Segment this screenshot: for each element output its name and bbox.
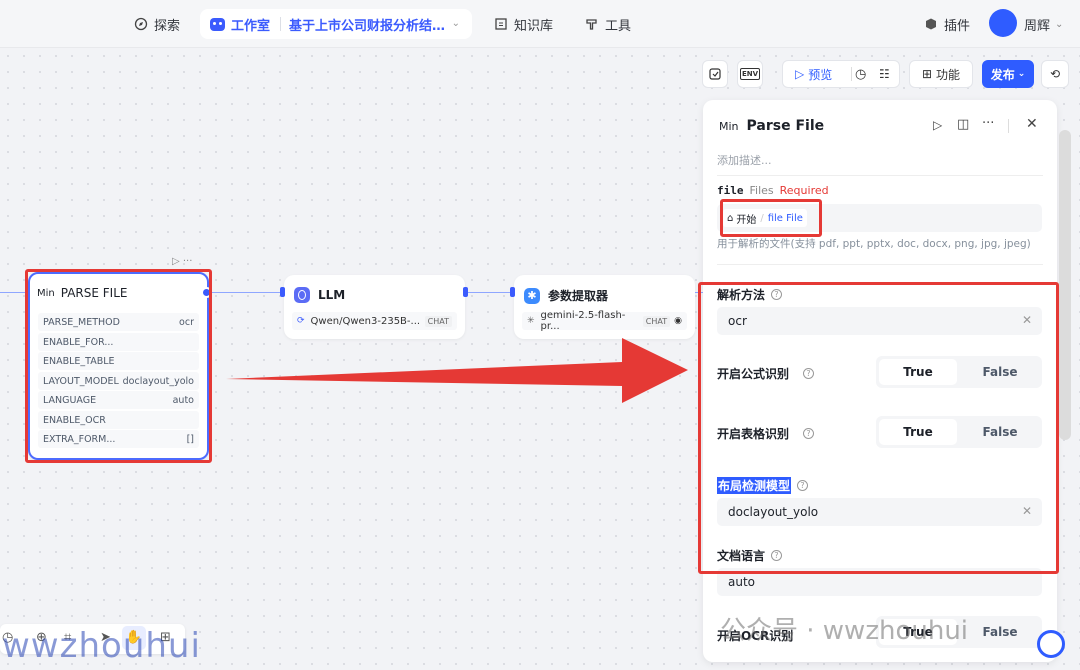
- select-value: ocr: [728, 314, 747, 328]
- more-icon[interactable]: ···: [982, 116, 994, 131]
- description-input[interactable]: 添加描述...: [717, 152, 772, 168]
- select-value: auto: [728, 575, 756, 589]
- formula-label: 开启公式识别?: [717, 365, 815, 382]
- required-label: Required: [779, 184, 829, 197]
- book-open-icon[interactable]: ◫: [957, 117, 969, 132]
- label-text: 开启表格识别: [717, 427, 790, 441]
- close-icon[interactable]: ✕: [1026, 116, 1038, 132]
- corner-watermark: wwzhouhui: [2, 626, 201, 666]
- language-select[interactable]: auto: [717, 568, 1042, 596]
- file-source: 开始: [736, 214, 757, 226]
- help-icon[interactable]: ?: [803, 368, 815, 379]
- language-label: 文档语言?: [717, 547, 783, 564]
- label-text: 开启公式识别: [717, 367, 790, 381]
- select-value: doclayout_yolo: [728, 505, 819, 519]
- play-icon[interactable]: ▷: [933, 118, 942, 132]
- file-variable-chip[interactable]: ⌂ 开始 / file File: [723, 209, 807, 227]
- divider: [1008, 119, 1009, 133]
- help-icon[interactable]: ?: [771, 550, 783, 561]
- parse-method-label: 解析方法?: [717, 286, 783, 303]
- panel-header: Min Parse File: [719, 118, 824, 134]
- file-hint: 用于解析的文件(支持 pdf, ppt, pptx, doc, docx, pn…: [717, 238, 1031, 250]
- toggle-false[interactable]: False: [961, 419, 1039, 445]
- file-label: file: [717, 184, 744, 197]
- wechat-watermark: 公众号 · wwzhouhui: [720, 616, 969, 646]
- formula-toggle[interactable]: True False: [876, 356, 1042, 388]
- panel-scrollbar[interactable]: [1059, 130, 1071, 440]
- toggle-false[interactable]: False: [961, 359, 1039, 385]
- label-text: 布局检测模型: [717, 477, 792, 494]
- panel-title: Parse File: [746, 118, 825, 134]
- parse-method-select[interactable]: ocr ✕: [717, 307, 1042, 335]
- table-toggle[interactable]: True False: [876, 416, 1042, 448]
- file-var: file File: [767, 212, 803, 224]
- layout-select[interactable]: doclayout_yolo ✕: [717, 498, 1042, 526]
- file-field-label: file Files Required: [717, 184, 829, 197]
- divider: [717, 175, 1043, 176]
- toggle-false[interactable]: False: [961, 619, 1039, 645]
- toggle-true[interactable]: True: [879, 359, 957, 385]
- clear-icon[interactable]: ✕: [1022, 504, 1032, 518]
- help-icon[interactable]: ?: [803, 428, 815, 439]
- node-config-panel: Min Parse File ▷ ◫ ··· ✕ 添加描述... file Fi…: [703, 100, 1057, 662]
- table-label: 开启表格识别?: [717, 425, 815, 442]
- panel-badge: Min: [719, 119, 739, 133]
- help-icon[interactable]: ?: [771, 289, 783, 300]
- label-text: 文档语言: [717, 549, 766, 563]
- home-icon: ⌂: [727, 212, 734, 224]
- divider: /: [760, 212, 764, 224]
- label-text: 解析方法: [717, 288, 766, 302]
- help-icon[interactable]: ?: [797, 480, 809, 491]
- toggle-true[interactable]: True: [879, 419, 957, 445]
- assistant-icon[interactable]: [1037, 630, 1065, 658]
- file-type: Files: [749, 184, 774, 197]
- clear-icon[interactable]: ✕: [1022, 313, 1032, 327]
- divider: [717, 264, 1043, 265]
- layout-label: 布局检测模型?: [717, 477, 809, 494]
